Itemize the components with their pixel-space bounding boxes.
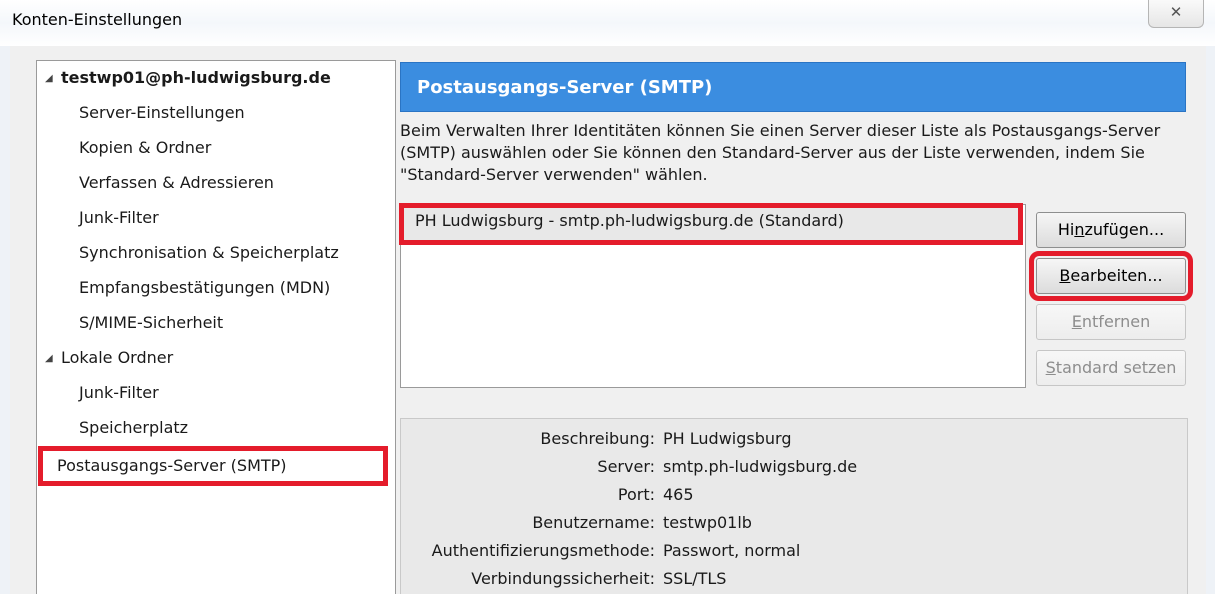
- detail-label: Port:: [617, 485, 655, 504]
- expand-arrow-icon[interactable]: ◢: [45, 344, 61, 374]
- close-icon: ✕: [1169, 3, 1183, 21]
- detail-value: testwp01lb: [663, 513, 752, 532]
- detail-label: Verbindungssicherheit:: [471, 569, 655, 588]
- tree-item-local-junk-filter[interactable]: Junk-Filter: [79, 378, 159, 408]
- add-button-label-end: zufügen...: [1084, 220, 1165, 239]
- tree-item-copies-folders[interactable]: Kopien & Ordner: [79, 133, 211, 163]
- detail-row-description: Beschreibung: PH Ludwigsburg: [401, 425, 1181, 453]
- close-button[interactable]: ✕: [1148, 0, 1204, 28]
- detail-label: Beschreibung:: [540, 429, 655, 448]
- detail-row-port: Port: 465: [401, 481, 1181, 509]
- detail-value: PH Ludwigsburg: [663, 429, 792, 448]
- add-button-access-key: n: [1074, 220, 1085, 239]
- detail-label: Server:: [597, 457, 655, 476]
- detail-value: 465: [663, 485, 694, 504]
- tree-item-server-settings[interactable]: Server-Einstellungen: [79, 98, 245, 128]
- dialog-content: ◢ testwp01@ph-ludwigsburg.de Server-Einst…: [10, 46, 1206, 594]
- detail-value: Passwort, normal: [663, 541, 801, 560]
- tree-item-receipts[interactable]: Empfangsbestätigungen (MDN): [79, 273, 330, 303]
- account-settings-window: Konten-Einstellungen ✕ ◢ testwp01@ph-ludw…: [0, 0, 1215, 594]
- add-button-label-start: Hi: [1057, 220, 1075, 239]
- detail-label: Authentifizierungsmethode:: [431, 541, 655, 560]
- detail-row-connection-security: Verbindungssicherheit: SSL/TLS: [401, 565, 1181, 593]
- detail-value: SSL/TLS: [663, 569, 727, 588]
- window-frame-left: [0, 46, 10, 594]
- tree-local-folders-label: Lokale Ordner: [61, 348, 174, 367]
- page-title: Postausgangs-Server (SMTP): [400, 62, 1186, 112]
- title-bar: Konten-Einstellungen ✕: [0, 0, 1215, 46]
- list-item[interactable]: PH Ludwigsburg - smtp.ph-ludwigsburg.de …: [399, 203, 1023, 245]
- set-default-label-end: tandard setzen: [1055, 358, 1177, 377]
- tree-item-smime[interactable]: S/MIME-Sicherheit: [79, 308, 223, 338]
- tree-local-folders[interactable]: ◢ Lokale Ordner: [45, 343, 173, 373]
- tree-account[interactable]: ◢ testwp01@ph-ludwigsburg.de: [45, 63, 331, 93]
- add-button[interactable]: Hinzufügen...: [1036, 212, 1186, 248]
- edit-button-access-key: B: [1059, 266, 1071, 285]
- window-frame-right: [1206, 46, 1215, 594]
- edit-button-label-end: earbeiten...: [1070, 266, 1163, 285]
- detail-row-username: Benutzername: testwp01lb: [401, 509, 1181, 537]
- tree-account-label: testwp01@ph-ludwigsburg.de: [61, 68, 331, 87]
- tree-item-smtp[interactable]: Postausgangs-Server (SMTP): [38, 446, 388, 486]
- page-description: Beim Verwalten Ihrer Identitäten können …: [400, 121, 1161, 184]
- expand-arrow-icon[interactable]: ◢: [45, 64, 61, 94]
- detail-row-auth-method: Authentifizierungsmethode: Passwort, nor…: [401, 537, 1181, 565]
- detail-value: smtp.ph-ludwigsburg.de: [663, 457, 858, 476]
- tree-item-composition[interactable]: Verfassen & Adressieren: [79, 168, 274, 198]
- tree-item-local-storage[interactable]: Speicherplatz: [79, 413, 188, 443]
- smtp-server-list[interactable]: PH Ludwigsburg - smtp.ph-ludwigsburg.de …: [399, 203, 1026, 388]
- remove-button-access-key: E: [1071, 312, 1082, 331]
- edit-button[interactable]: Bearbeiten...: [1029, 251, 1193, 301]
- tree-item-junk-filter[interactable]: Junk-Filter: [79, 203, 159, 233]
- remove-button[interactable]: Entfernen: [1036, 304, 1186, 340]
- server-details: Beschreibung: PH Ludwigsburg Server: smt…: [400, 418, 1188, 594]
- tree-item-sync-storage[interactable]: Synchronisation & Speicherplatz: [79, 238, 339, 268]
- remove-button-label-end: ntfernen: [1081, 312, 1151, 331]
- set-default-access-key: S: [1045, 358, 1056, 377]
- set-default-button[interactable]: Standard setzen: [1036, 350, 1186, 386]
- window-title: Konten-Einstellungen: [12, 10, 183, 29]
- detail-row-server: Server: smtp.ph-ludwigsburg.de: [401, 453, 1181, 481]
- detail-label: Benutzername:: [532, 513, 655, 532]
- account-tree[interactable]: ◢ testwp01@ph-ludwigsburg.de Server-Einst…: [36, 60, 396, 594]
